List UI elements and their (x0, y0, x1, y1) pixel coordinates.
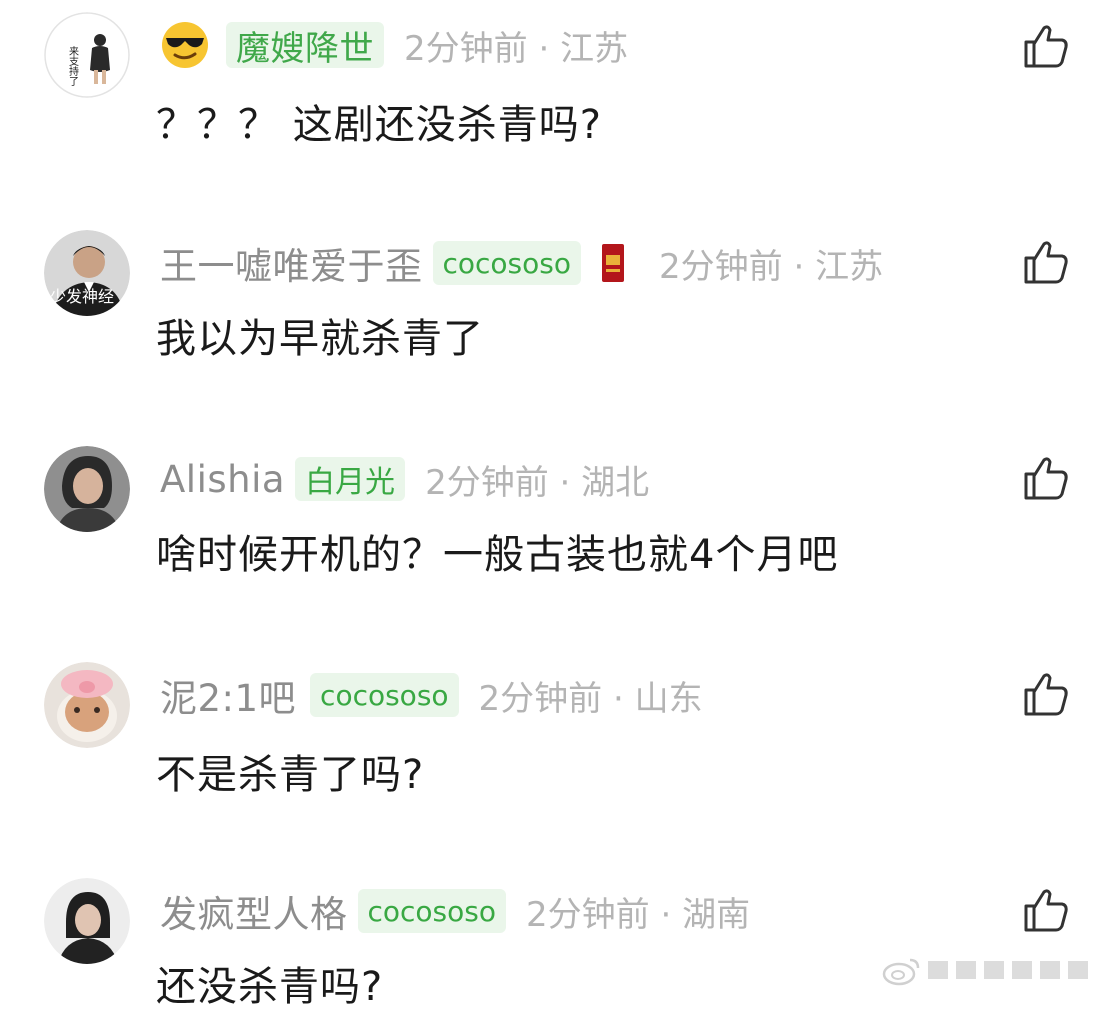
username-highlight[interactable]: 魔嫂降世 (226, 21, 384, 70)
time: 2分钟前 (478, 678, 603, 719)
timestamp: 2分钟前 · 江苏 (659, 239, 883, 288)
comment-text: 不是杀青了吗? (156, 752, 425, 798)
weibo-logo-icon (882, 958, 920, 986)
separator: · (548, 462, 582, 503)
user-badge: cocososo (432, 241, 581, 285)
comment-item: 泥2:1吧 cocososo 2分钟前 · 山东 不是杀青了吗? (0, 650, 1116, 850)
timestamp: 2分钟前 · 湖南 (526, 887, 750, 936)
separator: · (527, 28, 561, 69)
separator: · (602, 678, 635, 719)
comment-meta: 魔嫂降世 2分钟前 · 江苏 (160, 20, 628, 70)
comment-item: Alishia 白月光 2分钟前 · 湖北 啥时候开机的？一般古装也就4个月吧 (0, 434, 1116, 634)
separator: · (782, 246, 816, 287)
comment-meta: 王一嘘唯爱于歪 cocososo 2分钟前 · 江苏 (160, 238, 883, 288)
thumbs-up-icon[interactable] (1020, 884, 1072, 936)
comment-meta: Alishia 白月光 2分钟前 · 湖北 (160, 454, 649, 504)
location: 江苏 (560, 28, 629, 69)
location: 湖南 (682, 894, 751, 935)
time: 2分钟前 (659, 246, 783, 287)
comment-text: 我以为早就杀青了 (156, 316, 484, 362)
timestamp: 2分钟前 · 湖北 (425, 455, 649, 504)
thumbs-up-icon[interactable] (1020, 668, 1072, 720)
user-badge: cocososo (310, 673, 459, 717)
comment-item: 少发神经 王一嘘唯爱于歪 cocososo 2分钟前 · 江苏 我以为早就杀青了 (0, 218, 1116, 418)
thumbs-up-icon[interactable] (1020, 20, 1072, 72)
avatar[interactable] (44, 662, 130, 748)
thumbs-up-icon[interactable] (1020, 236, 1072, 288)
timestamp: 2分钟前 · 山东 (479, 671, 703, 720)
user-badge: 白月光 (295, 457, 406, 501)
username[interactable]: 王一嘘唯爱于歪 (160, 236, 423, 290)
user-badge: cocososo (357, 889, 506, 933)
comment-text: 啥时候开机的？一般古装也就4个月吧 (156, 532, 839, 578)
comment-text: ？？？ 这剧还没杀青吗? (156, 102, 602, 148)
comment-meta: 泥2:1吧 cocososo 2分钟前 · 山东 (160, 670, 703, 720)
comment-item: 来支持了 魔嫂降世 2分钟前 · 江苏 ？？？ 这剧还没杀青吗? (0, 0, 1116, 200)
sunglasses-emoji-icon (162, 22, 208, 68)
avatar[interactable]: 来支持了 (44, 12, 130, 98)
thumbs-up-icon[interactable] (1020, 452, 1072, 504)
watermark-text-blur (928, 961, 1088, 979)
avatar[interactable] (44, 878, 130, 964)
timestamp: 2分钟前 · 江苏 (404, 21, 628, 70)
username[interactable]: Alishia (160, 458, 285, 501)
comment-text: 还没杀青吗? (156, 964, 384, 1010)
avatar-caption: 来支持了 (67, 46, 79, 86)
time: 2分钟前 (404, 28, 528, 69)
time: 2分钟前 (526, 894, 650, 935)
username[interactable]: 魔嫂降世 (236, 21, 374, 70)
username[interactable]: 发疯型人格 (160, 884, 348, 938)
comment-meta: 发疯型人格 cocososo 2分钟前 · 湖南 (160, 886, 750, 936)
time: 2分钟前 (425, 462, 549, 503)
watermark (882, 950, 1098, 990)
location: 山东 (634, 678, 703, 719)
avatar-caption: 少发神经 (50, 287, 114, 306)
location: 湖北 (581, 462, 650, 503)
username[interactable]: 泥2:1吧 (160, 668, 296, 722)
avatar[interactable] (44, 446, 130, 532)
avatar[interactable]: 少发神经 (44, 230, 130, 316)
separator: · (649, 894, 683, 935)
location: 江苏 (815, 246, 884, 287)
red-book-icon (602, 244, 624, 282)
